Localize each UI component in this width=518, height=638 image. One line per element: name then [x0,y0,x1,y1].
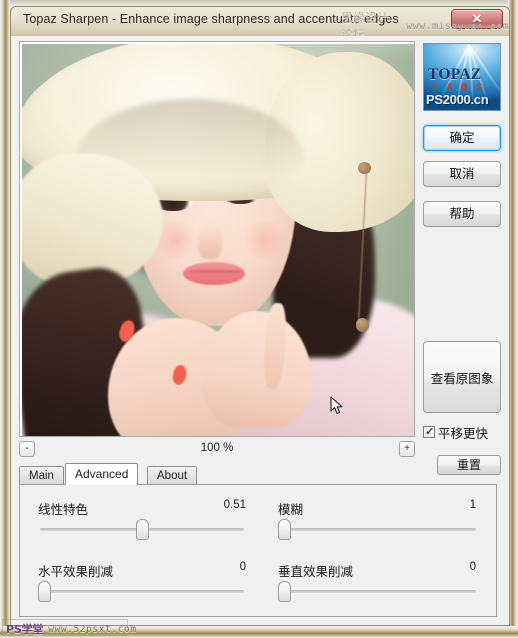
cancel-button[interactable]: 取消 [423,161,501,187]
slider-thumb-vertical-cut[interactable] [278,581,291,602]
pan-faster-checkbox[interactable] [423,425,435,438]
slider-label-blur: 模糊 [278,502,304,517]
topaz-labs-logo: TOPAZ L A B S PS2000.cn [423,43,501,111]
title-bar[interactable]: Topaz Sharpen - Enhance image sharpness … [10,6,510,42]
advanced-settings-panel: 线性特色 0.51 模糊 1 水平效果削减 0 垂直效果削减 0 [19,484,497,617]
pan-faster-checkbox-row[interactable]: 平移更快 [423,423,505,441]
slider-track-vertical-cut[interactable] [280,590,476,593]
photo-nose [198,224,222,260]
photo-lip-line [186,269,242,273]
slider-label-horizontal-cut: 水平效果削减 [38,564,114,579]
slider-value-vertical-cut: 0 [469,561,476,573]
tab-advanced[interactable]: Advanced [65,463,139,485]
zoom-in-button[interactable]: + [399,441,415,457]
tab-main[interactable]: Main [19,466,64,485]
photo-bead-1 [358,161,371,175]
slider-track-blur[interactable] [280,528,476,531]
slider-label-vertical-cut: 垂直效果削减 [278,564,354,579]
slider-track-horizontal-cut[interactable] [40,590,244,593]
view-original-button[interactable]: 查看原图象 [423,341,501,413]
ok-button[interactable]: 确定 [423,125,501,151]
pan-faster-label: 平移更快 [438,425,489,441]
slider-thumb-horizontal-cut[interactable] [38,581,51,602]
mouse-cursor-icon [330,396,343,415]
client-area: - 100 % + Main Advanced About 线性特色 0.51 … [10,36,510,626]
reset-button[interactable]: 重置 [437,455,501,475]
image-preview[interactable] [22,44,414,436]
close-button[interactable]: ✕ [451,9,503,29]
slider-value-horizontal-cut: 0 [239,561,246,573]
slider-label-linear-feature: 线性特色 [38,502,89,517]
slider-value-linear-feature: 0.51 [223,499,246,511]
help-button[interactable]: 帮助 [423,201,501,227]
window-frame-left [0,0,10,638]
photo-cheek-right [241,220,289,260]
watermark-bottom-frame [2,619,128,636]
slider-thumb-linear-feature[interactable] [136,519,149,540]
tab-about[interactable]: About [147,466,198,485]
photo-bead-2 [355,318,369,332]
window-title: Topaz Sharpen - Enhance image sharpness … [23,12,399,26]
slider-thumb-blur[interactable] [278,519,291,540]
slider-value-blur: 1 [469,499,476,511]
zoom-level-label: 100 % [200,442,234,454]
tab-bar: Main Advanced About [19,463,415,485]
zoom-bar: - 100 % + [19,439,415,461]
preview-panel[interactable] [19,41,415,437]
sidebar: TOPAZ L A B S PS2000.cn 确定 取消 帮助 查看原图象 平… [421,41,503,481]
watermark-logo-overlay: PS2000.cn [426,92,489,107]
close-icon: ✕ [471,11,483,26]
logo-sub-text: L A B S [433,82,486,92]
photo-lips [182,261,246,286]
topaz-sharpen-window: Topaz Sharpen - Enhance image sharpness … [0,0,518,638]
